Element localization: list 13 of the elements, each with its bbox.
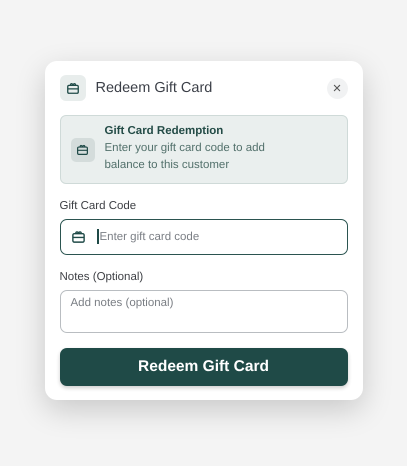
close-button[interactable]: × bbox=[326, 78, 348, 98]
info-text: Enter your gift card code to add balance to this customer bbox=[104, 141, 266, 173]
field-label: Gift Card Code bbox=[60, 200, 138, 212]
redeem-button[interactable]: Redeem Gift Card bbox=[60, 348, 348, 386]
notes-field[interactable]: Add notes (optional) bbox=[60, 290, 348, 333]
field-label: Notes (Optional) bbox=[60, 271, 144, 283]
dialog-title: Redeem Gift Card bbox=[96, 80, 214, 96]
info-title: Gift Card Redemption bbox=[104, 125, 224, 137]
gift-card-icon bbox=[66, 81, 80, 95]
gift-card-icon bbox=[76, 143, 89, 156]
text-cursor bbox=[96, 229, 98, 244]
gift-card-icon bbox=[70, 229, 86, 244]
gift-card-code-field[interactable]: Enter gift card code bbox=[60, 219, 348, 255]
